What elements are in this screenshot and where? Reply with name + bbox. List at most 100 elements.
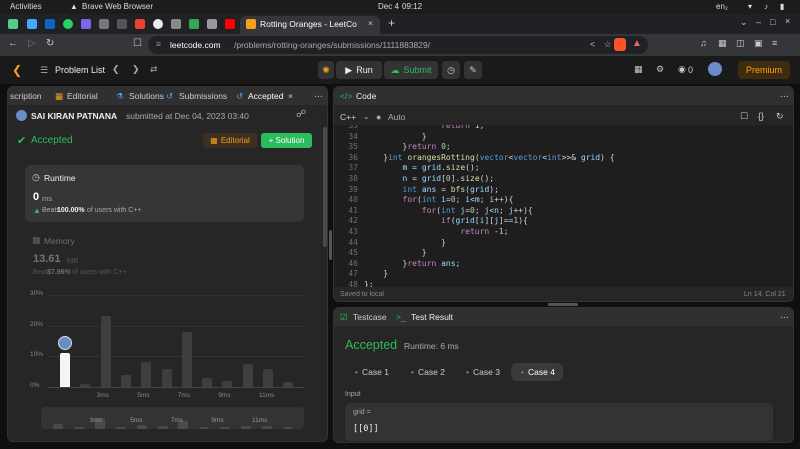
- wallet-icon[interactable]: ▣: [754, 38, 763, 49]
- code-line[interactable]: 41 for(int j=0; j<n; j++){: [334, 206, 793, 217]
- tab-rotting-oranges[interactable]: Rotting Oranges - LeetCo ×: [240, 16, 380, 34]
- code-line[interactable]: 36 }int orangesRotting(vector<vector<int…: [334, 153, 793, 164]
- chevron-down-icon[interactable]: ⌄: [363, 112, 370, 121]
- leetcode-logo-icon[interactable]: ❮: [12, 63, 22, 77]
- horizontal-resize-handle[interactable]: [548, 303, 578, 306]
- code-line[interactable]: 39 int ans = bfs(grid);: [334, 185, 793, 196]
- tab-favicon-icon[interactable]: [117, 19, 127, 29]
- date-label[interactable]: Dec 4: [378, 2, 399, 11]
- new-tab-icon[interactable]: +: [388, 16, 395, 30]
- code-line[interactable]: 40 for(int i=0; i<m; i++){: [334, 195, 793, 206]
- runtime-distribution-chart[interactable]: 30% 20% 10% 0% 3ms 5ms 7ms 9ms 11ms: [8, 287, 327, 407]
- case-tab-1[interactable]: • Case 1: [345, 363, 395, 381]
- tab-favicon-icon[interactable]: [8, 19, 18, 29]
- list-icon[interactable]: ☰: [40, 65, 48, 76]
- chart-bar[interactable]: [283, 382, 294, 387]
- vertical-resize-handle[interactable]: [329, 230, 332, 260]
- code-line[interactable]: 42 if(grid[i][j]==1){: [334, 216, 793, 227]
- code-line[interactable]: 43 return -1;: [334, 227, 793, 238]
- whatsapp-icon[interactable]: [63, 19, 73, 29]
- tab-testcase[interactable]: Testcase: [353, 312, 387, 322]
- notes-icon[interactable]: ✎: [464, 61, 482, 79]
- format-icon[interactable]: {}: [758, 111, 764, 121]
- minimize-icon[interactable]: –: [756, 17, 761, 27]
- memory-card[interactable]: ▩ Memory 13.61 MB Beats 37.96% of users …: [25, 227, 304, 282]
- gmail-icon[interactable]: [135, 19, 145, 29]
- layout-icon[interactable]: ▦: [634, 64, 643, 75]
- panel-menu-icon[interactable]: ⋯: [314, 91, 323, 102]
- code-line[interactable]: 34 }: [334, 132, 793, 143]
- bookmark-icon[interactable]: ☐: [133, 38, 142, 49]
- chart-bar[interactable]: [60, 353, 70, 387]
- tab-favicon-icon[interactable]: [171, 19, 181, 29]
- media-icon[interactable]: ♫: [700, 38, 707, 48]
- result-panel-menu-icon[interactable]: ⋯: [780, 312, 789, 323]
- tab-solutions[interactable]: Solutions: [129, 91, 164, 101]
- tab-description[interactable]: scription: [10, 91, 42, 101]
- maximize-icon[interactable]: □: [770, 17, 775, 27]
- code-line[interactable]: 45 }: [334, 248, 793, 259]
- code-editor[interactable]: 33 return 1; 34 } 35 }return 0; 36 }int ora…: [334, 125, 793, 287]
- code-line[interactable]: 48};: [334, 280, 793, 287]
- share-link-icon[interactable]: ☍: [296, 109, 306, 120]
- streak-fire-icon[interactable]: ◉: [678, 64, 686, 75]
- editorial-button[interactable]: ▦ Editorial: [203, 133, 257, 148]
- github-icon[interactable]: [153, 19, 163, 29]
- youtube-icon[interactable]: [225, 19, 235, 29]
- run-button[interactable]: ▶ Run: [336, 61, 382, 79]
- avatar[interactable]: [708, 62, 722, 76]
- share-icon[interactable]: <: [590, 39, 595, 49]
- code-line[interactable]: 35 }return 0;: [334, 142, 793, 153]
- user-avatar[interactable]: [16, 110, 27, 121]
- code-line[interactable]: 47 }: [334, 269, 793, 280]
- case-tab-4[interactable]: • Case 4: [511, 363, 563, 381]
- chart-bar[interactable]: [222, 380, 233, 387]
- code-line[interactable]: 33 return 1;: [334, 125, 793, 132]
- wifi-icon[interactable]: ▾: [748, 2, 752, 11]
- address-bar[interactable]: ≡ leetcode.com /problems/rotting-oranges…: [148, 36, 648, 54]
- back-icon[interactable]: ←: [8, 38, 18, 49]
- chart-bar[interactable]: [120, 374, 131, 387]
- close-tab-icon[interactable]: ×: [368, 18, 373, 28]
- tab-editorial[interactable]: Editorial: [67, 91, 98, 101]
- brave-rewards-icon[interactable]: ▲: [632, 38, 642, 49]
- bookmark-code-icon[interactable]: ☐: [740, 111, 748, 122]
- forward-icon[interactable]: ▷: [28, 38, 36, 49]
- chart-bar[interactable]: [181, 331, 192, 387]
- premium-button[interactable]: Premium: [738, 61, 790, 79]
- tab-favicon-icon[interactable]: [27, 19, 37, 29]
- debug-icon[interactable]: ✺: [318, 61, 334, 79]
- tab-search-icon[interactable]: ⌄: [740, 17, 748, 28]
- tab-favicon-icon[interactable]: [99, 19, 109, 29]
- close-window-icon[interactable]: ×: [785, 16, 790, 26]
- shuffle-icon[interactable]: ⇄: [150, 64, 158, 75]
- bookmark-star-icon[interactable]: ☆: [604, 39, 612, 50]
- drive-icon[interactable]: [189, 19, 199, 29]
- case-tab-2[interactable]: • Case 2: [401, 363, 451, 381]
- submit-button[interactable]: ☁ Submit: [384, 61, 438, 79]
- problem-list-link[interactable]: Problem List: [55, 65, 105, 75]
- reload-icon[interactable]: ↻: [46, 38, 54, 49]
- chart-bar[interactable]: [202, 377, 213, 387]
- chart-bar[interactable]: [141, 362, 152, 387]
- chart-bar[interactable]: [161, 368, 172, 387]
- case-tab-3[interactable]: • Case 3: [456, 363, 506, 381]
- language-select[interactable]: C++: [340, 112, 356, 122]
- your-submission-marker[interactable]: [58, 336, 72, 351]
- activities-button[interactable]: Activities: [10, 2, 42, 11]
- sidebar-icon[interactable]: ◫: [736, 38, 745, 49]
- linkedin-icon[interactable]: [45, 19, 55, 29]
- time-label[interactable]: 09:12: [402, 2, 422, 11]
- tab-submissions[interactable]: Submissions: [179, 91, 227, 101]
- tab-accepted[interactable]: Accepted: [248, 91, 283, 101]
- code-panel-menu-icon[interactable]: ⋯: [780, 91, 789, 102]
- prev-problem-icon[interactable]: ❮: [112, 64, 120, 75]
- tab-test-result[interactable]: Test Result: [411, 312, 453, 322]
- left-scrollbar[interactable]: [323, 127, 327, 247]
- timer-icon[interactable]: ◷: [442, 61, 460, 79]
- chart-bar[interactable]: [263, 368, 273, 387]
- auto-mode[interactable]: Auto: [388, 112, 406, 122]
- code-line[interactable]: 46 }return ans;: [334, 259, 793, 270]
- code-line[interactable]: 44 }: [334, 238, 793, 249]
- solution-button[interactable]: + Solution: [261, 133, 312, 148]
